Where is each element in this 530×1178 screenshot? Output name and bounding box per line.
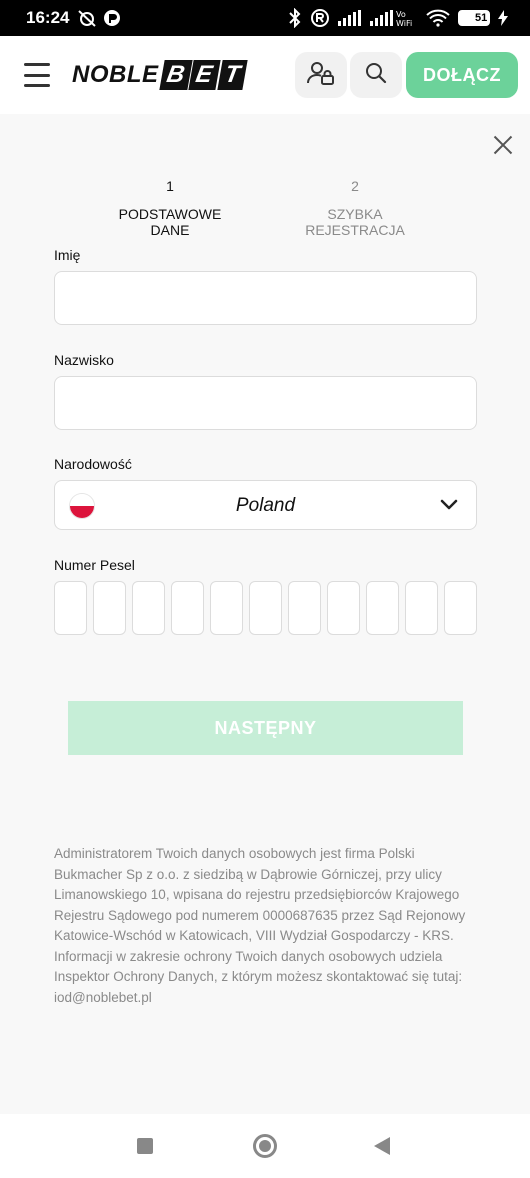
pesel-digit-input[interactable] (444, 581, 477, 635)
pesel-digit-input[interactable] (327, 581, 360, 635)
pesel-digit-input[interactable] (54, 581, 87, 635)
system-nav-bar (0, 1114, 530, 1178)
registered-icon (310, 8, 330, 28)
join-button[interactable]: DOŁĄCZ (406, 52, 518, 98)
signal-volte-icon: Vo WiFi (370, 9, 418, 27)
user-lock-icon (307, 60, 335, 91)
step-number: 1 (166, 178, 174, 194)
pesel-digit-input[interactable] (288, 581, 321, 635)
privacy-notice: Administratorem Twoich danych osobowych … (54, 846, 466, 1005)
alarm-off-icon (77, 9, 97, 27)
pesel-digit-input[interactable] (132, 581, 165, 635)
svg-text:Vo: Vo (396, 10, 406, 19)
search-button[interactable] (350, 52, 402, 98)
next-button[interactable]: NASTĘPNY (68, 701, 463, 755)
battery-icon: 51 (458, 10, 490, 26)
pesel-digit-input[interactable] (93, 581, 126, 635)
pesel-digit-input[interactable] (366, 581, 399, 635)
pesel-input-group (54, 581, 477, 635)
status-time: 16:24 (26, 8, 70, 27)
noblebet-logo[interactable]: NOBLE B E T (72, 60, 248, 90)
registration-modal: 1 PODSTAWOWE DANE 2 SZYBKA REJESTRACJA I… (0, 114, 530, 1114)
svg-text:WiFi: WiFi (396, 19, 412, 27)
back-button[interactable] (374, 1137, 390, 1155)
step-label: PODSTAWOWE DANE (118, 206, 222, 238)
step-2: 2 SZYBKA REJESTRACJA (280, 178, 430, 238)
login-button[interactable] (295, 52, 347, 98)
pesel-digit-input[interactable] (171, 581, 204, 635)
last-name-input[interactable] (54, 376, 477, 430)
bluetooth-icon (288, 8, 302, 28)
pesel-digit-input[interactable] (249, 581, 282, 635)
step-1: 1 PODSTAWOWE DANE (100, 178, 240, 238)
status-bar: 16:24 Vo WiFi 51 (0, 0, 530, 36)
first-name-label: Imię (54, 247, 81, 263)
charging-icon (498, 10, 508, 26)
pesel-digit-input[interactable] (210, 581, 243, 635)
app-header: NOBLE B E T DOŁĄCZ (0, 36, 530, 114)
pesel-label: Numer Pesel (54, 557, 135, 573)
signal-icon (338, 10, 362, 26)
wifi-icon (426, 9, 450, 27)
nationality-label: Narodowość (54, 456, 132, 472)
last-name-label: Nazwisko (54, 352, 114, 368)
close-icon[interactable] (492, 134, 514, 156)
nationality-select[interactable]: Poland (54, 480, 477, 530)
step-label: SZYBKA REJESTRACJA (305, 206, 405, 238)
menu-icon[interactable] (24, 63, 50, 87)
app-notification-icon (103, 9, 121, 27)
pesel-digit-input[interactable] (405, 581, 438, 635)
step-number: 2 (351, 178, 359, 194)
search-icon (364, 61, 388, 90)
nationality-value: Poland (235, 495, 296, 516)
home-button[interactable] (253, 1134, 277, 1158)
chevron-down-icon (440, 498, 458, 516)
recent-apps-button[interactable] (137, 1138, 153, 1154)
first-name-input[interactable] (54, 271, 477, 325)
